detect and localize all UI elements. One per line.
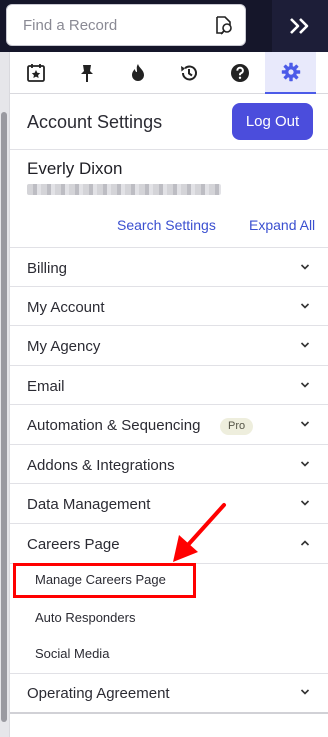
- annotation-arrow: [173, 503, 226, 562]
